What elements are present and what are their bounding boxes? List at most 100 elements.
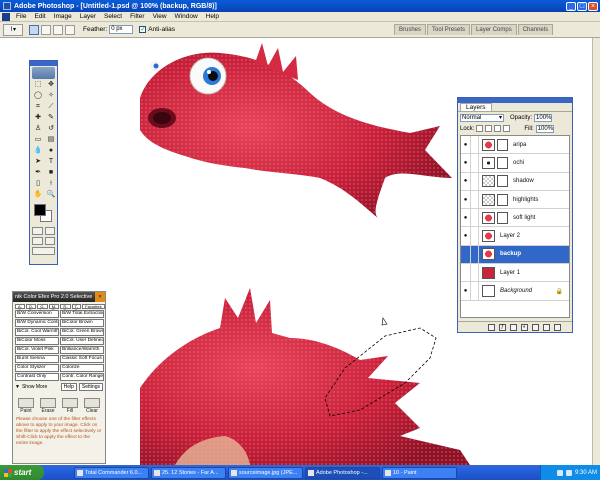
history-brush-tool-icon[interactable]: ↺ <box>45 124 57 134</box>
feather-input[interactable]: 0 px <box>109 25 134 34</box>
brush-tool-icon[interactable]: ✎ <box>45 113 57 123</box>
layer-mask-thumbnail[interactable] <box>497 138 508 151</box>
layer-mask-thumbnail[interactable] <box>497 211 508 224</box>
layer-mask-thumbnail[interactable] <box>497 193 508 206</box>
nik-tab-t-z[interactable]: T-Z <box>71 304 82 313</box>
link-layers-icon[interactable] <box>488 323 495 331</box>
nik-tab-r-s[interactable]: R-S <box>60 304 71 313</box>
lock-position-icon[interactable] <box>494 125 502 132</box>
tools-palette-header[interactable] <box>30 61 57 66</box>
taskbar-item[interactable]: 10 - Paint <box>382 466 457 479</box>
visibility-eye-icon[interactable]: ● <box>461 154 471 172</box>
zoom-tool-icon[interactable]: 🔍 <box>45 190 57 200</box>
nik-settings-button[interactable]: Settings <box>78 383 103 391</box>
delete-layer-icon[interactable] <box>554 323 561 331</box>
nik-filter-button[interactable]: Brilliance/Warmth <box>60 346 104 354</box>
menu-help[interactable]: Help <box>202 13 223 20</box>
taskbar-item[interactable]: Total Commander 6.0... <box>74 466 149 479</box>
intersect-selection-button[interactable] <box>65 24 75 35</box>
quick-mask-mode-button[interactable] <box>44 227 55 235</box>
visibility-eye-icon[interactable]: ● <box>461 172 471 190</box>
show-more-arrow-icon[interactable]: ▼ <box>15 384 20 390</box>
lock-all-icon[interactable] <box>503 125 511 132</box>
nik-filter-button[interactable]: Burnt Sienna <box>15 355 59 363</box>
eraser-tool-icon[interactable]: ▭ <box>32 135 44 145</box>
lock-image-icon[interactable] <box>485 125 493 132</box>
shape-tool-icon[interactable]: ■ <box>45 168 57 178</box>
type-tool-icon[interactable]: T <box>45 157 57 167</box>
layer-row[interactable]: backup <box>461 245 569 265</box>
fill-input[interactable]: 100% <box>535 124 554 133</box>
visibility-eye-icon[interactable]: ● <box>461 190 471 209</box>
nik-paint-button[interactable]: Paint <box>16 398 36 414</box>
nik-tab-g-l[interactable]: G-L <box>37 304 48 313</box>
path-selection-tool-icon[interactable]: ➤ <box>32 157 44 167</box>
nik-filter-button[interactable]: Colorize <box>60 364 104 372</box>
gradient-tool-icon[interactable]: ▤ <box>45 135 57 145</box>
nik-filter-button[interactable]: BiCol. User Defined <box>60 337 104 345</box>
nik-filter-button[interactable]: Contrast Only <box>15 373 59 381</box>
nik-clear-button[interactable]: Clear <box>82 398 102 414</box>
move-tool-icon[interactable]: ✥ <box>45 80 57 90</box>
menu-filter[interactable]: Filter <box>126 13 148 20</box>
tray-icon[interactable] <box>565 469 572 476</box>
crop-tool-icon[interactable]: ⌗ <box>32 102 44 112</box>
tray-icon[interactable] <box>556 469 563 476</box>
visibility-eye-icon[interactable] <box>461 245 471 264</box>
standard-mode-button[interactable] <box>32 227 43 235</box>
subtract-from-selection-button[interactable] <box>53 24 63 35</box>
menu-edit[interactable]: Edit <box>30 13 49 20</box>
nik-filter-button[interactable]: BiColor Moss <box>15 337 59 345</box>
layer-row[interactable]: ● Layer 2 <box>461 227 569 246</box>
visibility-eye-icon[interactable] <box>461 264 471 282</box>
nik-filter-button[interactable]: BiCol. Violet Pink <box>15 346 59 354</box>
nik-title-bar[interactable]: nik Color Efex Pro 2.0 Selective × <box>13 292 105 302</box>
layer-row[interactable]: ● aripa <box>461 136 569 155</box>
nik-erase-button[interactable]: Erase <box>38 398 58 414</box>
adjustment-layer-icon[interactable]: ◐ <box>521 323 528 331</box>
photoshop-menu-icon[interactable] <box>2 12 10 21</box>
photoshop-logo-icon[interactable] <box>32 67 55 79</box>
nik-filter-button[interactable]: Contr. Color Range <box>60 373 104 381</box>
pen-tool-icon[interactable]: ✒ <box>32 168 44 178</box>
nik-fill-button[interactable]: Fill <box>60 398 80 414</box>
menu-file[interactable]: File <box>12 13 30 20</box>
tab-layers[interactable]: Layers <box>460 103 492 111</box>
visibility-eye-icon[interactable]: ● <box>461 209 471 227</box>
foreground-color-swatch[interactable] <box>34 204 46 216</box>
well-tab-layer-comps[interactable]: Layer Comps <box>471 24 517 35</box>
screen-mode-standard-button[interactable] <box>32 237 43 245</box>
add-to-selection-button[interactable] <box>41 24 51 35</box>
maximize-button[interactable]: □ <box>577 1 587 11</box>
slice-tool-icon[interactable]: ⟋ <box>45 102 57 112</box>
new-selection-button[interactable] <box>29 24 39 35</box>
layer-row[interactable]: ● shadow <box>461 172 569 191</box>
nik-close-icon[interactable]: × <box>95 292 105 302</box>
jump-to-imageready-button[interactable] <box>32 247 55 255</box>
visibility-eye-icon[interactable]: ● <box>461 136 471 154</box>
new-layer-icon[interactable] <box>543 323 550 331</box>
visibility-eye-icon[interactable]: ● <box>461 282 471 300</box>
blend-mode-select[interactable]: Normal <box>460 113 504 122</box>
hand-tool-icon[interactable]: ✋ <box>32 190 44 200</box>
menu-image[interactable]: Image <box>50 13 76 20</box>
nik-filter-button[interactable]: B/W Dynamic Contr. <box>15 319 59 327</box>
menu-select[interactable]: Select <box>100 13 126 20</box>
layer-mask-thumbnail[interactable] <box>497 175 508 188</box>
nik-filter-button[interactable]: B/W Conversion <box>15 310 59 318</box>
minimize-button[interactable]: _ <box>566 1 576 11</box>
canvas-scrollbar[interactable] <box>592 38 600 465</box>
clone-stamp-tool-icon[interactable]: ♙ <box>32 124 44 134</box>
menu-window[interactable]: Window <box>171 13 202 20</box>
visibility-eye-icon[interactable]: ● <box>461 227 471 245</box>
layer-row[interactable]: ● Background 🔒 <box>461 282 569 301</box>
layer-style-icon[interactable]: ƒ <box>499 323 506 331</box>
taskbar-item[interactable]: sourceimage.jpg (JPE... <box>228 466 303 479</box>
magic-wand-tool-icon[interactable]: ✧ <box>45 91 57 101</box>
layer-mask-thumbnail[interactable] <box>497 156 508 169</box>
marquee-tool-icon[interactable]: ⬚ <box>32 80 44 90</box>
nik-filter-button[interactable]: B/W Total Extraction <box>60 310 104 318</box>
eyedropper-tool-icon[interactable]: ⟊ <box>45 179 57 189</box>
nik-tab-d-f[interactable]: D-F <box>26 304 37 313</box>
nik-tab-a-c[interactable]: A-C <box>15 304 25 313</box>
